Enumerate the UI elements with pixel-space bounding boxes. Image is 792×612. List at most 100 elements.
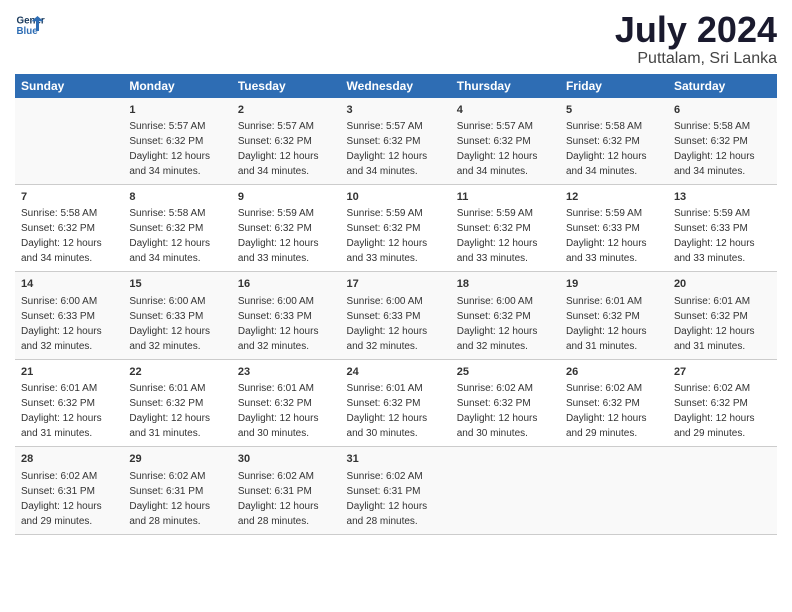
cell-w1-d4: 11 Sunrise: 5:59 AMSunset: 6:32 PMDayligh… (451, 184, 560, 271)
cell-w1-d1: 8 Sunrise: 5:58 AMSunset: 6:32 PMDaylight… (123, 184, 232, 271)
cell-w4-d3: 31 Sunrise: 6:02 AMSunset: 6:31 PMDayligh… (341, 447, 451, 534)
day-number: 13 (674, 190, 771, 205)
cell-w1-d2: 9 Sunrise: 5:59 AMSunset: 6:32 PMDaylight… (232, 184, 341, 271)
header-sunday: Sunday (15, 74, 123, 98)
day-number: 19 (566, 277, 662, 292)
day-info: Sunrise: 6:02 AMSunset: 6:32 PMDaylight:… (566, 383, 647, 439)
day-info: Sunrise: 6:02 AMSunset: 6:31 PMDaylight:… (238, 471, 319, 527)
logo: General Blue (15, 10, 45, 40)
subtitle: Puttalam, Sri Lanka (615, 50, 777, 68)
day-number: 11 (457, 190, 554, 205)
day-number: 14 (21, 277, 117, 292)
header-tuesday: Tuesday (232, 74, 341, 98)
day-info: Sunrise: 5:57 AMSunset: 6:32 PMDaylight:… (457, 121, 538, 177)
main-title: July 2024 (615, 10, 777, 50)
day-info: Sunrise: 6:01 AMSunset: 6:32 PMDaylight:… (566, 296, 647, 352)
day-number: 17 (347, 277, 445, 292)
day-number: 20 (674, 277, 771, 292)
cell-w3-d4: 25 Sunrise: 6:02 AMSunset: 6:32 PMDayligh… (451, 359, 560, 446)
cell-w2-d6: 20 Sunrise: 6:01 AMSunset: 6:32 PMDayligh… (668, 272, 777, 359)
cell-w2-d5: 19 Sunrise: 6:01 AMSunset: 6:32 PMDayligh… (560, 272, 668, 359)
day-info: Sunrise: 5:58 AMSunset: 6:32 PMDaylight:… (566, 121, 647, 177)
week-row-4: 28 Sunrise: 6:02 AMSunset: 6:31 PMDayligh… (15, 447, 777, 534)
day-info: Sunrise: 6:01 AMSunset: 6:32 PMDaylight:… (21, 383, 102, 439)
cell-w2-d0: 14 Sunrise: 6:00 AMSunset: 6:33 PMDayligh… (15, 272, 123, 359)
cell-w0-d6: 6Sunrise: 5:58 AMSunset: 6:32 PMDaylight… (668, 98, 777, 185)
day-info: Sunrise: 5:59 AMSunset: 6:32 PMDaylight:… (347, 208, 428, 264)
day-number: 29 (129, 452, 226, 467)
day-info: Sunrise: 6:00 AMSunset: 6:32 PMDaylight:… (457, 296, 538, 352)
day-number: 16 (238, 277, 335, 292)
cell-w0-d2: 2Sunrise: 5:57 AMSunset: 6:32 PMDaylight… (232, 98, 341, 185)
day-number: 1 (129, 103, 226, 118)
day-number: 15 (129, 277, 226, 292)
day-info: Sunrise: 6:00 AMSunset: 6:33 PMDaylight:… (347, 296, 428, 352)
day-info: Sunrise: 6:02 AMSunset: 6:31 PMDaylight:… (129, 471, 210, 527)
title-block: July 2024 Puttalam, Sri Lanka (615, 10, 777, 68)
day-info: Sunrise: 6:01 AMSunset: 6:32 PMDaylight:… (129, 383, 210, 439)
day-info: Sunrise: 6:02 AMSunset: 6:31 PMDaylight:… (21, 471, 102, 527)
day-number: 8 (129, 190, 226, 205)
cell-w0-d0 (15, 98, 123, 185)
cell-w2-d1: 15 Sunrise: 6:00 AMSunset: 6:33 PMDayligh… (123, 272, 232, 359)
svg-text:Blue: Blue (17, 26, 39, 37)
cell-w0-d3: 3 Sunrise: 5:57 AMSunset: 6:32 PMDaylight… (341, 98, 451, 185)
day-info: Sunrise: 5:59 AMSunset: 6:32 PMDaylight:… (457, 208, 538, 264)
cell-w4-d0: 28 Sunrise: 6:02 AMSunset: 6:31 PMDayligh… (15, 447, 123, 534)
day-info: Sunrise: 6:01 AMSunset: 6:32 PMDaylight:… (347, 383, 428, 439)
day-number: 26 (566, 365, 662, 380)
day-info: Sunrise: 5:57 AMSunset: 6:32 PMDaylight:… (347, 121, 428, 177)
day-info: Sunrise: 5:59 AMSunset: 6:33 PMDaylight:… (674, 208, 755, 264)
day-number: 28 (21, 452, 117, 467)
day-number: 18 (457, 277, 554, 292)
weekday-header-row: Sunday Monday Tuesday Wednesday Thursday… (15, 74, 777, 98)
day-number: 6 (674, 103, 771, 118)
day-number: 3 (347, 103, 445, 118)
day-number: 4 (457, 103, 554, 118)
day-info: Sunrise: 6:00 AMSunset: 6:33 PMDaylight:… (129, 296, 210, 352)
day-info: Sunrise: 5:57 AMSunset: 6:32 PMDaylight:… (238, 121, 319, 177)
header-monday: Monday (123, 74, 232, 98)
day-info: Sunrise: 5:57 AMSunset: 6:32 PMDaylight:… (129, 121, 210, 177)
cell-w4-d5 (560, 447, 668, 534)
day-number: 24 (347, 365, 445, 380)
page-container: General Blue July 2024 Puttalam, Sri Lan… (0, 0, 792, 545)
day-number: 23 (238, 365, 335, 380)
day-info: Sunrise: 5:59 AMSunset: 6:33 PMDaylight:… (566, 208, 647, 264)
day-number: 9 (238, 190, 335, 205)
logo-icon: General Blue (15, 10, 45, 40)
day-info: Sunrise: 5:58 AMSunset: 6:32 PMDaylight:… (129, 208, 210, 264)
day-number: 21 (21, 365, 117, 380)
day-info: Sunrise: 6:00 AMSunset: 6:33 PMDaylight:… (21, 296, 102, 352)
day-info: Sunrise: 5:59 AMSunset: 6:32 PMDaylight:… (238, 208, 319, 264)
day-info: Sunrise: 6:02 AMSunset: 6:32 PMDaylight:… (457, 383, 538, 439)
day-number: 10 (347, 190, 445, 205)
day-info: Sunrise: 6:02 AMSunset: 6:32 PMDaylight:… (674, 383, 755, 439)
week-row-1: 7 Sunrise: 5:58 AMSunset: 6:32 PMDaylight… (15, 184, 777, 271)
cell-w3-d3: 24 Sunrise: 6:01 AMSunset: 6:32 PMDayligh… (341, 359, 451, 446)
cell-w0-d5: 5 Sunrise: 5:58 AMSunset: 6:32 PMDaylight… (560, 98, 668, 185)
cell-w0-d1: 1 Sunrise: 5:57 AMSunset: 6:32 PMDaylight… (123, 98, 232, 185)
day-info: Sunrise: 6:01 AMSunset: 6:32 PMDaylight:… (674, 296, 755, 352)
cell-w1-d0: 7 Sunrise: 5:58 AMSunset: 6:32 PMDaylight… (15, 184, 123, 271)
cell-w2-d4: 18 Sunrise: 6:00 AMSunset: 6:32 PMDayligh… (451, 272, 560, 359)
cell-w4-d2: 30 Sunrise: 6:02 AMSunset: 6:31 PMDayligh… (232, 447, 341, 534)
day-info: Sunrise: 6:02 AMSunset: 6:31 PMDaylight:… (347, 471, 428, 527)
day-number: 12 (566, 190, 662, 205)
cell-w4-d4 (451, 447, 560, 534)
day-number: 25 (457, 365, 554, 380)
cell-w3-d5: 26 Sunrise: 6:02 AMSunset: 6:32 PMDayligh… (560, 359, 668, 446)
cell-w1-d5: 12 Sunrise: 5:59 AMSunset: 6:33 PMDayligh… (560, 184, 668, 271)
cell-w3-d6: 27 Sunrise: 6:02 AMSunset: 6:32 PMDayligh… (668, 359, 777, 446)
day-info: Sunrise: 5:58 AMSunset: 6:32 PMDaylight:… (21, 208, 102, 264)
day-number: 31 (347, 452, 445, 467)
day-number: 27 (674, 365, 771, 380)
week-row-0: 1 Sunrise: 5:57 AMSunset: 6:32 PMDaylight… (15, 98, 777, 185)
day-number: 7 (21, 190, 117, 205)
calendar-table: Sunday Monday Tuesday Wednesday Thursday… (15, 74, 777, 535)
week-row-2: 14 Sunrise: 6:00 AMSunset: 6:33 PMDayligh… (15, 272, 777, 359)
header-thursday: Thursday (451, 74, 560, 98)
day-number: 30 (238, 452, 335, 467)
day-number: 5 (566, 103, 662, 118)
header-friday: Friday (560, 74, 668, 98)
